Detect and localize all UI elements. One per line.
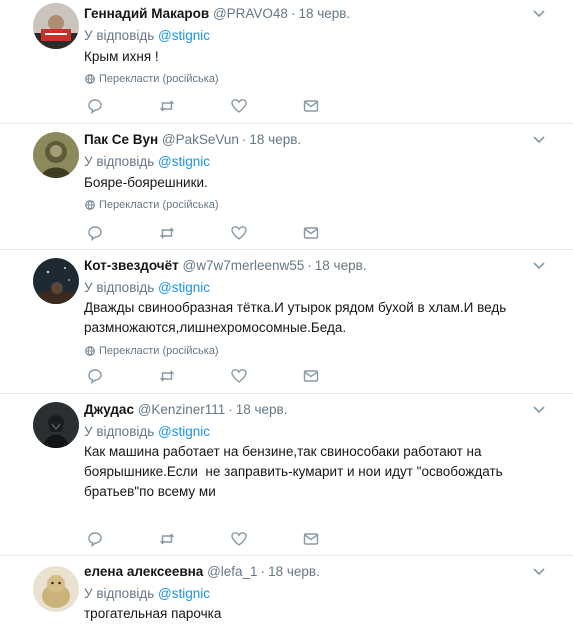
- mention-link[interactable]: @stignic: [158, 28, 210, 43]
- tweet[interactable]: Геннадий Макаров @PRAVO48 · 18 черв. У від…: [0, 0, 573, 123]
- heart-icon[interactable]: [230, 367, 248, 385]
- heart-icon[interactable]: [230, 97, 248, 115]
- avatar[interactable]: [33, 402, 79, 448]
- tweet-actions: [86, 530, 326, 548]
- tweet-date[interactable]: 18 черв.: [236, 402, 288, 417]
- author-name[interactable]: Джудас: [84, 402, 134, 417]
- translate-link[interactable]: Перекласти (російська): [85, 344, 219, 358]
- globe-icon: [85, 200, 95, 210]
- retweet-icon[interactable]: [158, 530, 176, 548]
- tweet[interactable]: Джудас @Kenziner111 · 18 черв. У відповідь…: [0, 394, 573, 555]
- chevron-down-icon[interactable]: [533, 568, 545, 576]
- heart-icon[interactable]: [230, 224, 248, 242]
- reply-icon[interactable]: [86, 97, 104, 115]
- chevron-down-icon[interactable]: [533, 406, 545, 414]
- tweet-text: Бояре-боярешники.: [84, 175, 208, 190]
- reply-icon[interactable]: [86, 367, 104, 385]
- separator-dot: ·: [241, 132, 247, 147]
- separator-dot: ·: [290, 6, 296, 21]
- author-handle[interactable]: @Kenziner111: [138, 402, 226, 417]
- reply-context: У відповідь @stignic: [84, 28, 210, 44]
- separator-dot: ·: [307, 258, 312, 273]
- translate-link[interactable]: Перекласти (російська): [85, 198, 219, 212]
- tweet-text: Как машина работает на бензине,так свино…: [84, 444, 503, 499]
- chevron-down-icon[interactable]: [533, 136, 545, 144]
- translate-link[interactable]: Перекласти (російська): [85, 72, 219, 86]
- tweet-actions: [86, 224, 326, 242]
- mention-link[interactable]: @stignic: [158, 586, 210, 601]
- reply-context: У відповідь @stignic: [84, 154, 210, 170]
- author-handle[interactable]: @lefa_1: [207, 564, 258, 579]
- mention-link[interactable]: @stignic: [158, 154, 210, 169]
- reply-prefix: У відповідь: [84, 586, 155, 601]
- tweet[interactable]: елена алексеевна @lefa_1 · 18 черв. У відп…: [0, 556, 573, 629]
- retweet-icon[interactable]: [158, 224, 176, 242]
- tweet[interactable]: Кот-звездочёт @w7w7merleenw55 · 18 черв. У…: [0, 250, 573, 393]
- translate-label[interactable]: Перекласти (російська): [99, 198, 219, 212]
- author-name[interactable]: Пак Се Вун: [84, 132, 158, 147]
- tweet-date[interactable]: 18 черв.: [268, 564, 320, 579]
- message-icon[interactable]: [302, 530, 320, 548]
- tweet-actions: [86, 97, 326, 115]
- retweet-icon[interactable]: [158, 97, 176, 115]
- reply-context: У відповідь @stignic: [84, 424, 210, 440]
- avatar[interactable]: [33, 132, 79, 178]
- chevron-down-icon[interactable]: [533, 10, 545, 18]
- globe-icon: [85, 74, 95, 84]
- reply-prefix: У відповідь: [84, 154, 155, 169]
- message-icon[interactable]: [302, 97, 320, 115]
- author-name[interactable]: елена алексеевна: [84, 564, 203, 579]
- translate-label[interactable]: Перекласти (російська): [99, 344, 219, 358]
- reply-context: У відповідь @stignic: [84, 280, 210, 296]
- chevron-down-icon[interactable]: [533, 262, 545, 270]
- tweet-date[interactable]: 18 черв.: [298, 6, 350, 21]
- heart-icon[interactable]: [230, 530, 248, 548]
- tweet-date[interactable]: 18 черв.: [249, 132, 301, 147]
- message-icon[interactable]: [302, 367, 320, 385]
- message-icon[interactable]: [302, 224, 320, 242]
- tweet-text: Крым ихня !: [84, 49, 159, 64]
- mention-link[interactable]: @stignic: [158, 280, 210, 295]
- reply-context: У відповідь @stignic: [84, 586, 210, 602]
- tweet-date[interactable]: 18 черв.: [315, 258, 367, 273]
- author-name[interactable]: Геннадий Макаров: [84, 6, 209, 21]
- tweet-actions: [86, 367, 326, 385]
- author-name[interactable]: Кот-звездочёт: [84, 258, 179, 273]
- author-handle[interactable]: @w7w7merleenw55: [183, 258, 305, 273]
- separator-dot: ·: [260, 564, 266, 579]
- author-handle[interactable]: @PRAVO48: [213, 6, 288, 21]
- author-handle[interactable]: @PakSeVun: [162, 132, 239, 147]
- tweet-text: Дважды свинообразная тётка.И утырок рядо…: [84, 300, 507, 335]
- avatar[interactable]: [33, 3, 79, 49]
- reply-prefix: У відповідь: [84, 280, 155, 295]
- separator-dot: ·: [228, 402, 233, 417]
- globe-icon: [85, 346, 95, 356]
- tweet-text: трогательная парочка: [84, 606, 222, 621]
- reply-icon[interactable]: [86, 224, 104, 242]
- tweet[interactable]: Пак Се Вун @PakSeVun · 18 черв. У відповід…: [0, 124, 573, 249]
- translate-label[interactable]: Перекласти (російська): [99, 72, 219, 86]
- reply-icon[interactable]: [86, 530, 104, 548]
- avatar[interactable]: [33, 258, 79, 304]
- reply-prefix: У відповідь: [84, 28, 155, 43]
- avatar[interactable]: [33, 566, 79, 612]
- retweet-icon[interactable]: [158, 367, 176, 385]
- reply-prefix: У відповідь: [84, 424, 155, 439]
- mention-link[interactable]: @stignic: [158, 424, 210, 439]
